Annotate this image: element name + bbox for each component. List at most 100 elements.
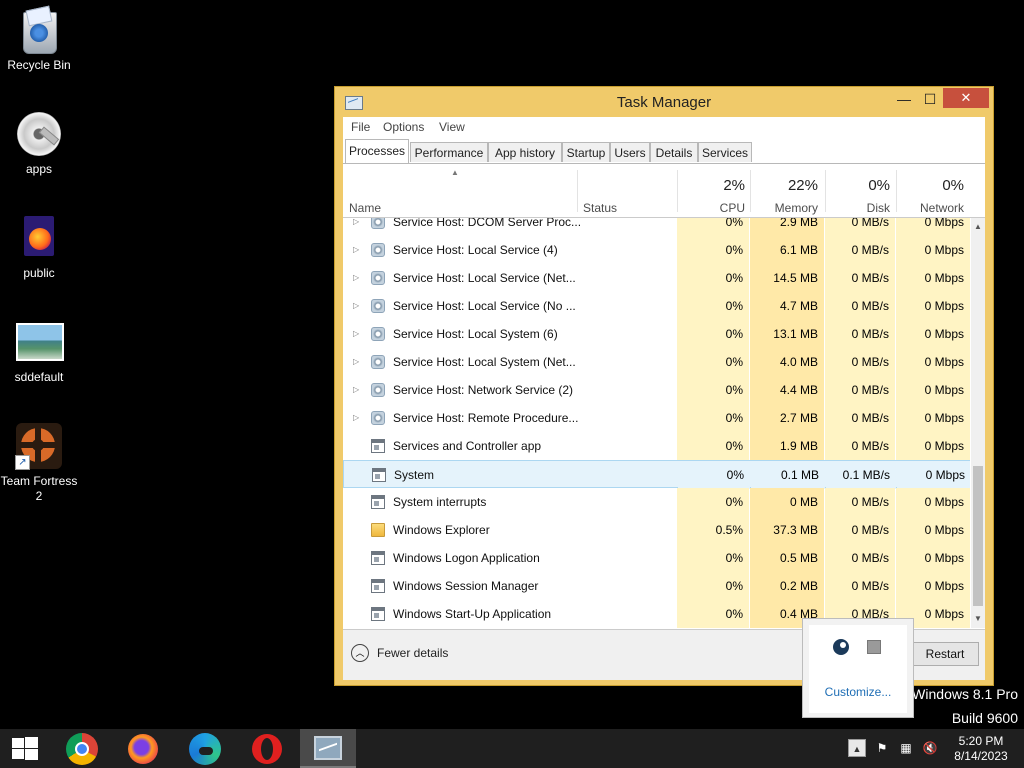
process-row[interactable]: ▷ Service Host: DCOM Server Proc... 0% 2.9 … xyxy=(343,218,970,236)
steam-tray-icon[interactable] xyxy=(833,639,849,655)
expand-arrow-icon[interactable]: ▷ xyxy=(353,236,359,264)
title-bar[interactable]: Task Manager — ☐ ✕ xyxy=(335,87,993,117)
start-button[interactable] xyxy=(12,737,38,761)
close-button[interactable]: ✕ xyxy=(943,88,989,108)
column-network-total[interactable]: 0% xyxy=(899,177,964,194)
menu-file[interactable]: File xyxy=(351,120,370,134)
maximize-button[interactable]: ☐ xyxy=(917,89,943,109)
clock-time: 5:20 PM xyxy=(958,734,1004,748)
tab-processes[interactable]: Processes xyxy=(345,139,409,163)
column-cpu[interactable]: CPU xyxy=(683,201,745,215)
restart-button[interactable]: Restart xyxy=(911,642,979,666)
process-row[interactable]: ▷ Service Host: Local System (Net... 0% 4.0… xyxy=(343,348,970,376)
process-row[interactable]: ▷ Service Host: Local Service (Net... 0% 14… xyxy=(343,264,970,292)
column-status[interactable]: Status xyxy=(583,201,617,215)
column-cpu-total[interactable]: 2% xyxy=(683,177,745,194)
volume-muted-icon[interactable]: 🔇 xyxy=(920,739,940,757)
desktop-icon-public[interactable]: public xyxy=(0,214,78,281)
column-memory-total[interactable]: 22% xyxy=(753,177,818,194)
process-row[interactable]: ▷ Service Host: Remote Procedure... 0% 2.7 … xyxy=(343,404,970,432)
column-disk-total[interactable]: 0% xyxy=(828,177,890,194)
column-network[interactable]: Network xyxy=(899,201,964,215)
process-disk: 0 MB/s xyxy=(825,376,895,404)
taskbar-edge[interactable] xyxy=(177,729,233,768)
process-memory: 14.5 MB xyxy=(750,264,824,292)
tab-startup[interactable]: Startup xyxy=(562,142,610,162)
process-row[interactable]: Windows Explorer 0.5% 37.3 MB 0 MB/s 0 Mbps xyxy=(343,516,970,544)
menu-view[interactable]: View xyxy=(439,120,465,134)
minimize-button[interactable]: — xyxy=(891,89,917,109)
taskbar-opera[interactable] xyxy=(239,729,295,768)
desktop-icon-sddefault[interactable]: sddefault xyxy=(0,318,78,385)
vertical-scrollbar[interactable]: ▲ ▼ xyxy=(971,218,985,628)
process-row[interactable]: System interrupts 0% 0 MB 0 MB/s 0 Mbps xyxy=(343,488,970,516)
process-network: 0 Mbps xyxy=(896,236,970,264)
taskbar-task-manager[interactable] xyxy=(300,729,356,768)
process-network: 0 Mbps xyxy=(896,264,970,292)
tab-details[interactable]: Details xyxy=(650,142,698,162)
process-row[interactable]: ▷ Service Host: Network Service (2) 0% 4.4 … xyxy=(343,376,970,404)
process-memory: 4.7 MB xyxy=(750,292,824,320)
network-icon[interactable]: ▦ xyxy=(898,739,914,757)
process-memory: 37.3 MB xyxy=(750,516,824,544)
service-gear-icon xyxy=(371,299,385,313)
tab-app-history[interactable]: App history xyxy=(488,142,562,162)
process-cpu: 0% xyxy=(677,488,749,516)
expand-arrow-icon[interactable]: ▷ xyxy=(353,404,359,432)
scroll-up-icon[interactable]: ▲ xyxy=(971,220,985,234)
fewer-details-label: Fewer details xyxy=(377,646,449,660)
process-memory: 0.5 MB xyxy=(750,544,824,572)
desktop-icon-label: Recycle Bin xyxy=(7,58,71,72)
scroll-down-icon[interactable]: ▼ xyxy=(971,612,985,626)
expand-arrow-icon[interactable]: ▷ xyxy=(353,264,359,292)
process-cpu: 0% xyxy=(678,461,750,489)
column-disk[interactable]: Disk xyxy=(828,201,890,215)
chevron-up-icon: ︿ xyxy=(351,644,369,662)
process-row[interactable]: Services and Controller app 0% 1.9 MB 0 MB/… xyxy=(343,432,970,460)
tray-overflow-popup: Customize... xyxy=(802,618,914,718)
taskbar-firefox[interactable] xyxy=(115,729,171,768)
tab-users[interactable]: Users xyxy=(610,142,650,162)
process-row[interactable]: Windows Logon Application 0% 0.5 MB 0 MB/s 0… xyxy=(343,544,970,572)
process-cpu: 0% xyxy=(677,292,749,320)
process-row[interactable]: ▷ Service Host: Local System (6) 0% 13.1 MB… xyxy=(343,320,970,348)
taskbar-clock[interactable]: 5:20 PM 8/14/2023 xyxy=(946,734,1016,764)
scrollbar-thumb[interactable] xyxy=(973,466,983,606)
expand-arrow-icon[interactable]: ▷ xyxy=(353,348,359,376)
taskbar-chrome[interactable] xyxy=(54,729,110,768)
shortcut-arrow-icon: ↗ xyxy=(15,455,30,470)
process-memory: 0 MB xyxy=(750,488,824,516)
desktop-icon-apps[interactable]: apps xyxy=(0,110,78,177)
action-center-flag-icon[interactable]: ⚑ xyxy=(874,739,890,757)
tray-app-icon[interactable] xyxy=(867,640,881,654)
process-row[interactable]: ▷ Service Host: Local Service (4) 0% 6.1 MB… xyxy=(343,236,970,264)
tab-services[interactable]: Services xyxy=(698,142,752,162)
process-row[interactable]: Windows Session Manager 0% 0.2 MB 0 MB/s 0 M… xyxy=(343,572,970,600)
process-disk: 0 MB/s xyxy=(825,320,895,348)
window-client: File Options View Processes Performance … xyxy=(343,117,985,680)
expand-arrow-icon[interactable]: ▷ xyxy=(353,218,359,236)
process-row[interactable]: System 0% 0.1 MB 0.1 MB/s 0 Mbps xyxy=(343,460,970,489)
menu-options[interactable]: Options xyxy=(383,120,424,134)
expand-arrow-icon[interactable]: ▷ xyxy=(353,320,359,348)
team-fortress-icon: ↗ xyxy=(15,422,63,470)
process-network: 0 Mbps xyxy=(896,572,970,600)
desktop-icon-team-fortress-2[interactable]: ↗ Team Fortress 2 xyxy=(0,422,78,504)
expand-arrow-icon[interactable]: ▷ xyxy=(353,376,359,404)
process-name: Windows Explorer xyxy=(393,523,490,537)
process-cpu: 0% xyxy=(677,600,749,628)
column-memory[interactable]: Memory xyxy=(753,201,818,215)
process-cpu: 0% xyxy=(677,432,749,460)
app-window-icon xyxy=(372,468,386,482)
process-memory: 2.9 MB xyxy=(750,218,824,236)
desktop-icon-recycle-bin[interactable]: Recycle Bin xyxy=(0,5,78,73)
show-hidden-icons-button[interactable]: ▲ xyxy=(848,739,866,757)
service-gear-icon xyxy=(371,411,385,425)
firefox-file-icon xyxy=(15,214,63,262)
customize-link[interactable]: Customize... xyxy=(809,685,907,699)
column-name[interactable]: Name xyxy=(349,201,381,215)
expand-arrow-icon[interactable]: ▷ xyxy=(353,292,359,320)
process-row[interactable]: ▷ Service Host: Local Service (No ... 0% 4.… xyxy=(343,292,970,320)
tab-performance[interactable]: Performance xyxy=(410,142,488,162)
process-name: Service Host: Local Service (4) xyxy=(393,243,558,257)
